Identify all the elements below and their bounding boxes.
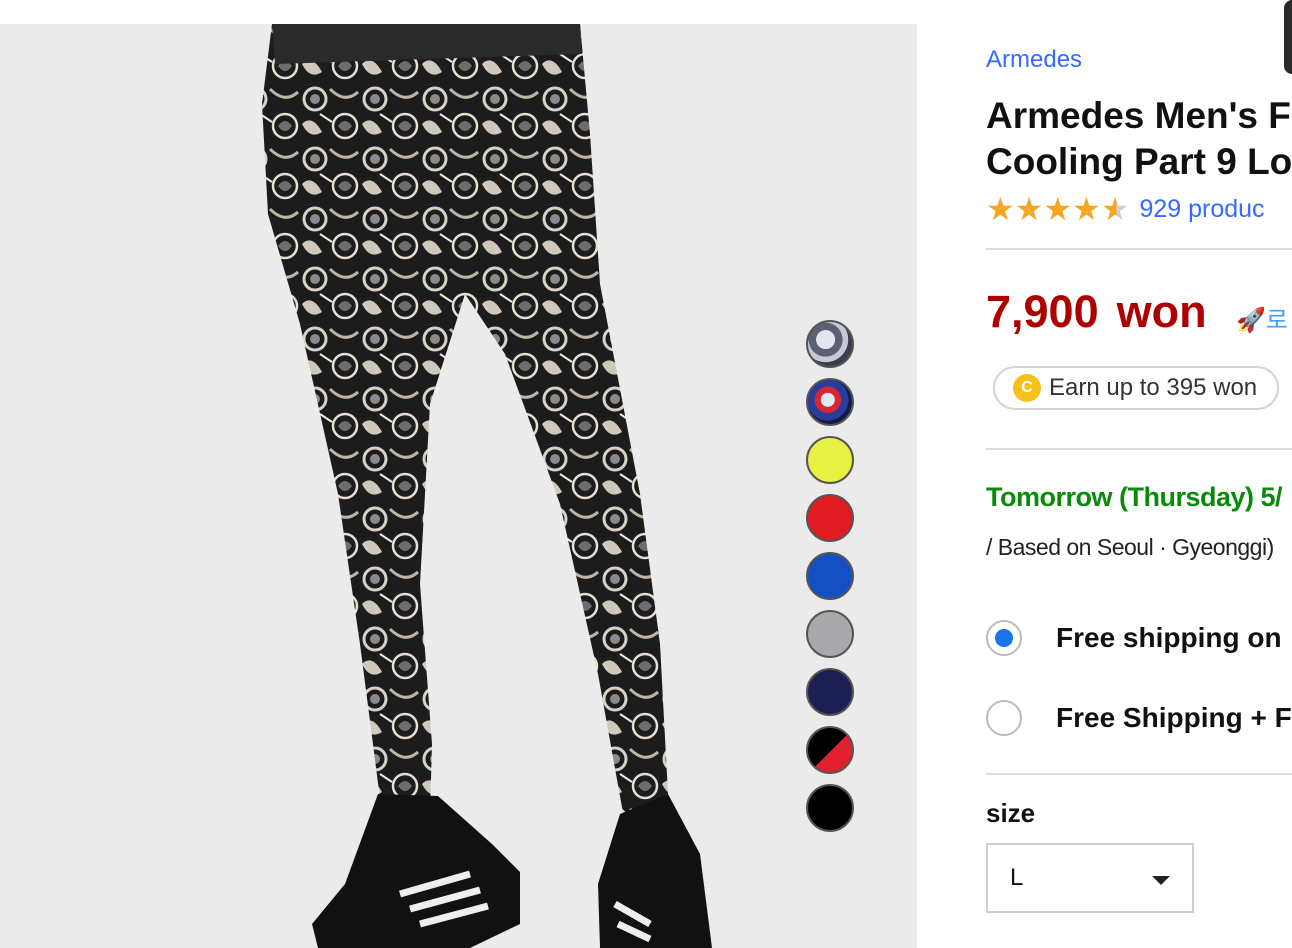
size-select[interactable]: L xyxy=(986,843,1194,913)
product-title-line-2: Cooling Part 9 Lo xyxy=(986,141,1292,182)
color-swatch-list xyxy=(806,320,860,842)
shipping-option-label: Free shipping on xyxy=(1056,622,1282,653)
chevron-down-icon xyxy=(1152,876,1170,885)
side-panel-tab[interactable] xyxy=(1284,0,1292,74)
cashback-pill[interactable]: C Earn up to 395 won xyxy=(993,366,1280,410)
size-label: size xyxy=(986,798,1036,828)
shipping-option-label: Free Shipping + F xyxy=(1056,702,1292,733)
cashback-text: Earn up to 395 won xyxy=(1049,374,1258,401)
delivery-region: / Based on Seoul · Gyeonggi) xyxy=(986,534,1274,560)
swatch-black-gray-pattern[interactable] xyxy=(806,320,854,368)
swatch-gray[interactable] xyxy=(806,610,854,658)
coin-icon: C xyxy=(1013,374,1041,402)
half-star-icon: ★ xyxy=(1100,191,1130,227)
review-count-link[interactable]: 929 produc xyxy=(1139,195,1264,224)
brand-link[interactable]: Armedes xyxy=(986,46,1082,74)
swatch-black[interactable] xyxy=(806,784,854,832)
swatch-navy[interactable] xyxy=(806,668,854,716)
swatch-blue-red-pattern[interactable] xyxy=(806,378,854,426)
swatch-neon-yellow[interactable] xyxy=(806,436,854,484)
radio-unselected[interactable] xyxy=(986,700,1022,736)
product-title-line-1: Armedes Men's F xyxy=(986,95,1291,136)
product-image-gallery[interactable] xyxy=(0,24,917,948)
divider xyxy=(986,448,1292,450)
star-icon: ★ xyxy=(1043,191,1073,227)
divider xyxy=(986,773,1292,775)
size-select-value: L xyxy=(1010,864,1024,891)
product-photo-leggings xyxy=(262,24,712,948)
swatch-red[interactable] xyxy=(806,494,854,542)
product-info-panel: Armedes Armedes Men's F Cooling Part 9 L… xyxy=(986,0,1292,948)
rocket-delivery-badge: 🚀로 xyxy=(1236,307,1288,334)
swatch-blue[interactable] xyxy=(806,552,854,600)
shipping-option-free[interactable]: Free shipping on xyxy=(986,620,1282,656)
star-icon: ★ xyxy=(986,191,1015,227)
rating-row[interactable]: ★ ★ ★ ★ ★ 929 produc xyxy=(986,191,1265,227)
divider xyxy=(986,248,1292,250)
star-icon: ★ xyxy=(1072,191,1101,227)
delivery-arrival: Tomorrow (Thursday) 5/ xyxy=(986,482,1283,512)
swatch-black-red[interactable] xyxy=(806,726,854,774)
shipping-option-free-plus[interactable]: Free Shipping + F xyxy=(986,700,1292,736)
price-value: 7,900 xyxy=(986,286,1099,337)
price: 7,900 won xyxy=(986,286,1207,338)
price-unit: won xyxy=(1116,286,1207,337)
product-title: Armedes Men's F Cooling Part 9 Lo xyxy=(986,93,1292,185)
star-icon: ★ xyxy=(1014,191,1044,227)
radio-selected[interactable] xyxy=(986,620,1022,656)
